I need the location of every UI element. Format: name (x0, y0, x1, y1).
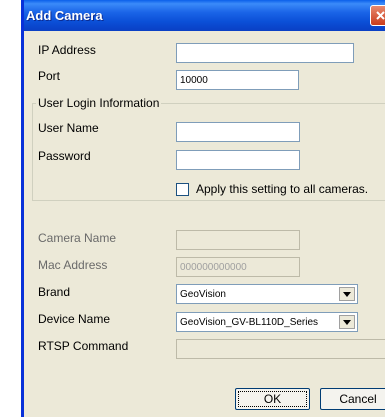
add-camera-dialog: Add Camera IP Address Port User Login In… (21, 0, 385, 417)
title-bar[interactable]: Add Camera (24, 0, 385, 31)
brand-dropdown-button[interactable] (339, 287, 355, 301)
rtsp-command-label: RTSP Command (38, 339, 129, 353)
chevron-down-icon (343, 320, 351, 325)
window-title: Add Camera (26, 8, 103, 23)
brand-label: Brand (38, 285, 71, 299)
password-input[interactable] (176, 150, 300, 170)
brand-selected-value: GeoVision (180, 289, 226, 300)
camera-name-label: Camera Name (38, 231, 117, 245)
camera-name-input[interactable] (176, 230, 300, 250)
close-icon (376, 11, 385, 20)
ok-button[interactable]: OK (235, 388, 310, 410)
password-label: Password (38, 149, 91, 163)
user-login-legend: User Login Information (36, 96, 162, 110)
mac-address-label: Mac Address (38, 258, 108, 272)
device-name-select[interactable]: GeoVision_GV-BL110D_Series (176, 312, 358, 332)
device-name-selected-value: GeoVision_GV-BL110D_Series (180, 317, 319, 328)
ip-address-input[interactable] (176, 43, 354, 63)
rtsp-command-input[interactable] (176, 339, 385, 359)
user-name-label: User Name (38, 121, 99, 135)
port-label: Port (38, 69, 61, 83)
user-name-input[interactable] (176, 122, 300, 142)
cancel-button[interactable]: Cancel (320, 388, 385, 410)
port-input[interactable] (176, 70, 299, 90)
apply-all-label: Apply this setting to all cameras. (196, 182, 369, 196)
apply-all-checkbox[interactable] (176, 183, 189, 196)
ip-address-label: IP Address (38, 43, 96, 57)
chevron-down-icon (343, 292, 351, 297)
brand-select[interactable]: GeoVision (176, 284, 358, 304)
close-button[interactable] (370, 5, 385, 26)
mac-address-input[interactable] (176, 257, 300, 277)
device-name-label: Device Name (38, 312, 111, 326)
device-name-dropdown-button[interactable] (339, 315, 355, 329)
